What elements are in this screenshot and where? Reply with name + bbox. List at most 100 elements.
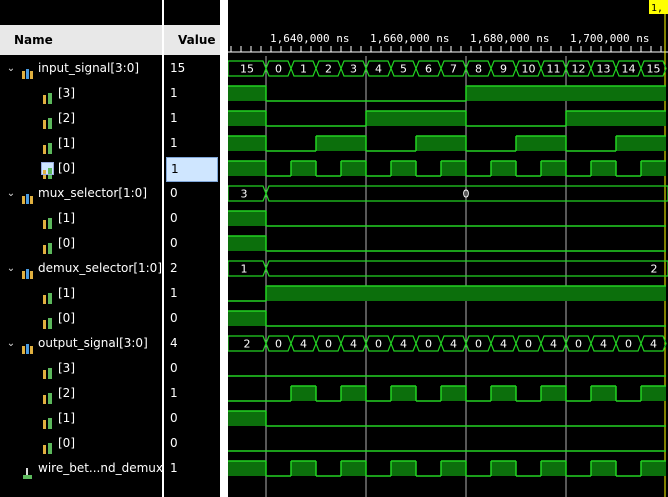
signal-value[interactable]: 1 (164, 381, 220, 406)
bit-icon (42, 238, 53, 254)
bit-icon (42, 88, 53, 104)
wave-fill (641, 461, 666, 476)
signal-row[interactable]: [1] (0, 131, 162, 156)
signal-row[interactable]: ⌄ mux_selector[1:0] (0, 181, 162, 206)
signal-name: [1] (58, 136, 75, 150)
signal-row[interactable]: [2] (0, 106, 162, 131)
bus-value: 10 (522, 63, 536, 76)
signal-name: [3] (58, 361, 75, 375)
signal-row[interactable]: ⌄ input_signal[3:0] (0, 56, 162, 81)
signal-row[interactable]: [0] (0, 306, 162, 331)
wave-fill (391, 111, 416, 126)
wave-splitter[interactable] (220, 0, 228, 497)
bus-value: 4 (350, 338, 357, 351)
signal-row[interactable]: [3] (0, 81, 162, 106)
signal-value[interactable]: 0 (164, 206, 220, 231)
wave-fill (641, 161, 666, 176)
wave-fill (341, 461, 366, 476)
wave-fill (391, 161, 416, 176)
signal-row[interactable]: [0] (0, 431, 162, 456)
signal-value[interactable]: 0 (164, 356, 220, 381)
wave-fill (291, 161, 316, 176)
signal-row[interactable]: [0] (0, 156, 162, 181)
bus-value: 6 (425, 63, 432, 76)
name-column-header[interactable]: Name (0, 25, 162, 55)
signal-value[interactable]: 0 (164, 231, 220, 256)
bus-value: 9 (500, 63, 507, 76)
expand-chevron-icon[interactable]: ⌄ (5, 56, 17, 81)
wave-fill (291, 286, 316, 301)
wave-fill (441, 386, 466, 401)
wave-fill (228, 236, 266, 251)
wave-fill (541, 136, 566, 151)
bus-value: 0 (625, 338, 632, 351)
wave-fill (391, 386, 416, 401)
bus-value: 2 (244, 338, 251, 351)
signal-row[interactable]: [2] (0, 381, 162, 406)
ruler-label: 1,680,000 ns (470, 32, 549, 45)
wave-fill (228, 111, 266, 126)
name-header-label: Name (14, 33, 53, 47)
wave-fill (391, 461, 416, 476)
wave-fill (228, 211, 266, 226)
signal-value[interactable]: 1 (164, 456, 220, 481)
bit-icon (42, 213, 53, 229)
signal-name: [0] (58, 436, 75, 450)
signal-row[interactable]: [1] (0, 406, 162, 431)
wave-fill (541, 86, 566, 101)
signal-value[interactable]: 1 (164, 281, 220, 306)
wave-fill (291, 461, 316, 476)
signal-value[interactable]: 15 (164, 56, 220, 81)
wave-fill (366, 111, 391, 126)
value-column-header[interactable]: Value (164, 25, 220, 55)
signal-value[interactable]: 0 (164, 431, 220, 456)
signal-name: [0] (58, 311, 75, 325)
waveform-view[interactable]: 1,640,000 ns 1,660,000 ns 1,680,000 ns 1,70… (228, 0, 668, 497)
wave-fill (541, 161, 566, 176)
signal-value[interactable]: 0 (164, 181, 220, 206)
wave-fill (291, 386, 316, 401)
signal-row[interactable]: [1] (0, 281, 162, 306)
signal-value[interactable]: 1 (164, 106, 220, 131)
wave-fill (228, 136, 266, 151)
wave-fill (591, 86, 616, 101)
signal-row[interactable]: [0] (0, 231, 162, 256)
wave-fill (416, 136, 441, 151)
wave-fill (491, 86, 516, 101)
signal-name: mux_selector[1:0] (38, 186, 148, 200)
wave-fill (616, 86, 641, 101)
bus-value: 15 (240, 63, 254, 76)
bus-value: 0 (525, 338, 532, 351)
expand-chevron-icon[interactable]: ⌄ (5, 331, 17, 356)
wave-fill (266, 286, 291, 301)
signal-value[interactable]: 0 (164, 406, 220, 431)
signal-row[interactable]: wire_bet...nd_demux (0, 456, 163, 481)
wave-fill (441, 161, 466, 176)
signal-row[interactable]: [3] (0, 356, 162, 381)
signal-value[interactable]: 1 (164, 131, 220, 156)
expand-chevron-icon[interactable]: ⌄ (5, 256, 17, 281)
signal-value[interactable]: 1 (166, 157, 218, 182)
bus-value: 4 (300, 338, 307, 351)
wave-fill (466, 286, 491, 301)
signal-value[interactable]: 2 (164, 256, 220, 281)
bus-value: 4 (450, 338, 457, 351)
signal-row[interactable]: ⌄ output_signal[3:0] (0, 331, 162, 356)
wave-fill (516, 86, 541, 101)
signal-value[interactable]: 1 (164, 81, 220, 106)
bit-icon (42, 438, 53, 454)
wave-fill (591, 461, 616, 476)
wave-fill (228, 161, 266, 176)
expand-chevron-icon[interactable]: ⌄ (5, 181, 17, 206)
wave-fill (641, 136, 666, 151)
signal-name: [1] (58, 211, 75, 225)
signal-value[interactable]: 0 (164, 306, 220, 331)
ruler-label: 1,660,000 ns (370, 32, 449, 45)
wave-fill (416, 286, 441, 301)
signal-row[interactable]: ⌄ demux_selector[1:0] (0, 256, 162, 281)
bus-value: 2 (325, 63, 332, 76)
wave-fill (541, 461, 566, 476)
signal-row[interactable]: [1] (0, 206, 162, 231)
signal-value[interactable]: 4 (164, 331, 220, 356)
wave-fill (641, 111, 666, 126)
